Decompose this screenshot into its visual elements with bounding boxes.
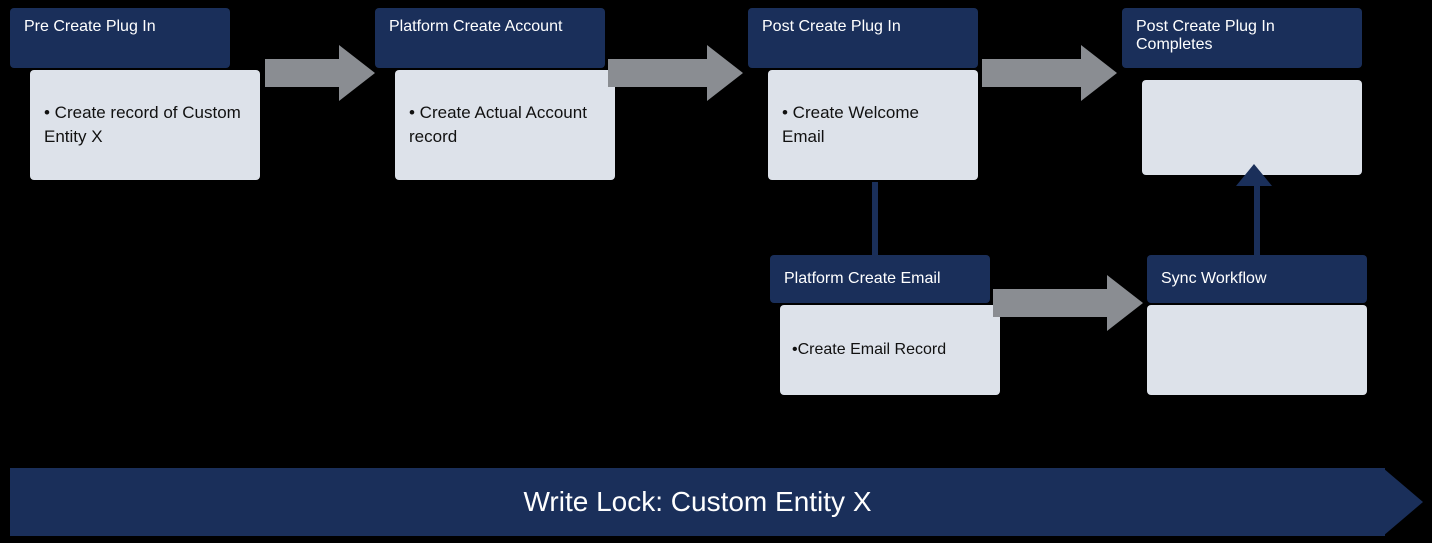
platform-email-box: Platform Create Email <box>770 255 990 303</box>
sync-workflow-box: Sync Workflow <box>1147 255 1367 303</box>
pre-create-detail: • Create record of Custom Entity X <box>30 70 260 180</box>
sync-workflow-label: Sync Workflow <box>1161 270 1267 288</box>
pre-create-label: Pre Create Plug In <box>24 18 156 35</box>
post-create-completes-detail <box>1142 80 1362 175</box>
arrow-2 <box>608 45 743 101</box>
arrow-1 <box>265 45 375 101</box>
platform-email-detail-text: •Create Email Record <box>792 341 946 359</box>
platform-create-detail-text: • Create Actual Account record <box>409 101 601 149</box>
post-create-plugin-label: Post Create Plug In <box>762 18 901 35</box>
platform-email-label: Platform Create Email <box>784 270 941 288</box>
platform-create-box: Platform Create Account <box>375 8 605 68</box>
post-create-completes-label: Post Create Plug In Completes <box>1136 18 1275 53</box>
post-create-plugin-detail-text: • Create Welcome Email <box>782 101 964 149</box>
diagram-container: Pre Create Plug In • Create record of Cu… <box>0 0 1432 543</box>
write-lock-text: Write Lock: Custom Entity X <box>523 486 871 518</box>
arrow-4 <box>993 275 1143 331</box>
post-create-completes-box: Post Create Plug In Completes <box>1122 8 1362 68</box>
arrow-up-shaft <box>1254 183 1260 257</box>
platform-create-label: Platform Create Account <box>389 18 562 35</box>
pre-create-box: Pre Create Plug In <box>10 8 230 68</box>
post-create-plugin-box: Post Create Plug In <box>748 8 978 68</box>
arrow-up-head <box>1236 164 1272 186</box>
sync-workflow-detail <box>1147 305 1367 395</box>
pre-create-detail-text: • Create record of Custom Entity X <box>44 101 246 149</box>
post-create-plugin-detail: • Create Welcome Email <box>768 70 978 180</box>
platform-email-detail: •Create Email Record <box>780 305 1000 395</box>
arrow-3 <box>982 45 1117 101</box>
platform-create-detail: • Create Actual Account record <box>395 70 615 180</box>
write-lock-bar: Write Lock: Custom Entity X <box>10 468 1385 536</box>
